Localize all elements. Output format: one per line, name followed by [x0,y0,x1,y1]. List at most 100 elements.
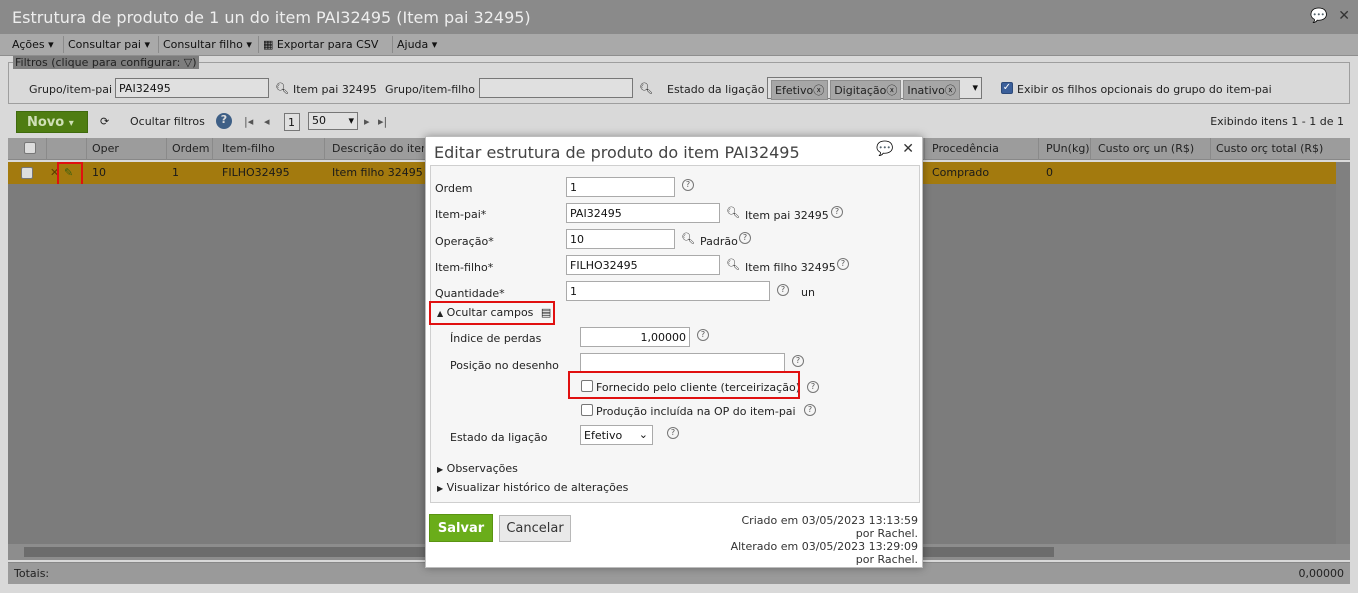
modified-info: Alterado em 03/05/2023 13:29:09 por Rach… [731,540,918,566]
close-icon[interactable]: ✕ [902,141,914,157]
novo-button[interactable]: Novo ▾ [16,111,88,133]
modified-at: Alterado em 03/05/2023 13:29:09 [730,540,918,553]
exibir-filhos-checkbox[interactable]: ✓ [1001,82,1013,94]
chevron-down-icon: ▾ [348,114,354,127]
estado-tag[interactable]: Digitaçãoⓧ [830,80,902,100]
col-header-ordem[interactable]: Ordem [172,142,209,155]
help-icon[interactable]: ? [739,232,751,244]
item-filho-input[interactable]: FILHO32495 [566,255,720,275]
quantidade-input[interactable]: 1 [566,281,770,301]
ordem-input[interactable]: 1 [566,177,675,197]
menu-acoes[interactable]: Ações ▾ [12,38,54,51]
producao-incluida-checkbox[interactable] [581,404,593,416]
search-icon[interactable]: 🔍︎ [639,82,653,95]
estado-ligacao-select[interactable]: Efetivo ⌄ [580,425,653,445]
remove-tag-icon[interactable]: ⓧ [886,84,897,97]
operacao-desc: Padrão [700,235,738,248]
filter-grupo-item-pai-input[interactable]: PAI32495 [115,78,269,98]
help-icon[interactable]: ? [837,258,849,270]
row-checkbox[interactable] [21,167,33,179]
refresh-icon[interactable]: ⟳ [100,115,109,128]
col-header-descricao[interactable]: Descrição do item [332,142,424,155]
prev-page-icon[interactable]: ◂ [264,115,270,128]
help-icon[interactable]: ? [777,284,789,296]
item-filho-label: Item-filho* [435,261,494,274]
close-icon[interactable]: ✕ [1338,8,1350,24]
indice-perdas-input[interactable]: 1,00000 [580,327,690,347]
help-icon[interactable]: ? [667,427,679,439]
item-pai-input[interactable]: PAI32495 [566,203,720,223]
cell-pun: 0 [1046,166,1053,179]
search-icon[interactable]: 🔍︎ [726,206,740,219]
help-icon[interactable]: ? [807,381,819,393]
col-divider [212,138,213,160]
help-icon[interactable]: ? [792,355,804,367]
col-header-item-filho[interactable]: Item-filho [222,142,275,155]
filter-item-pai-desc: Item pai 32495 [293,83,377,96]
save-button[interactable]: Salvar [429,514,493,542]
col-header-procedencia[interactable]: Procedência [932,142,999,155]
vertical-scrollbar[interactable] [1336,162,1350,544]
first-page-icon[interactable]: |◂ [244,115,253,128]
cancel-button[interactable]: Cancelar [499,515,571,542]
select-all-checkbox[interactable] [24,142,36,154]
filter-estado-ligacao-label: Estado da ligação [667,83,765,96]
historico-toggle[interactable]: ▶ Visualizar histórico de alterações [437,481,628,494]
chevron-down-icon[interactable]: ▾ [972,81,978,94]
help-icon[interactable]: ? [682,179,694,191]
comment-icon[interactable]: 💬 [1310,8,1327,24]
col-header-custo-un[interactable]: Custo orç un (R$) [1098,142,1194,155]
page-input[interactable]: 1 [284,113,300,131]
next-page-icon[interactable]: ▸ [364,115,370,128]
menu-ajuda[interactable]: Ajuda ▾ [397,38,437,51]
item-pai-desc: Item pai 32495 [745,209,829,222]
help-icon[interactable]: ? [804,404,816,416]
dialog-icons: 💬 ✕ [876,141,914,157]
item-pai-label: Item-pai* [435,208,487,221]
col-header-pun[interactable]: PUn(kg) [1046,142,1090,155]
cell-descricao: Item filho 32495 [332,166,423,179]
posicao-desenho-input[interactable] [580,353,785,373]
estado-ligacao-label: Estado da ligação [450,431,548,444]
comment-icon[interactable]: 💬 [876,141,893,157]
search-icon[interactable]: 🔍︎ [275,82,289,95]
col-header-oper[interactable]: Oper [92,142,119,155]
operacao-input[interactable]: 10 [566,229,675,249]
col-header-custo-total[interactable]: Custo orç total (R$) [1216,142,1323,155]
ordem-label: Ordem [435,182,473,195]
triangle-right-icon: ▶ [437,465,444,474]
cell-oper: 10 [92,166,106,179]
menu-divider [63,36,64,53]
menu-consultar-filho[interactable]: Consultar filho ▾ [163,38,252,51]
window-title: Estrutura de produto de 1 un do item PAI… [12,8,531,27]
help-icon[interactable]: ? [831,206,843,218]
menu-consultar-pai[interactable]: Consultar pai ▾ [68,38,150,51]
funnel-icon: ▽ [183,56,193,69]
filter-estado-ligacao-multiselect[interactable]: Efetivoⓧ Digitaçãoⓧ Inativoⓧ ▾ [767,77,982,100]
titlebar-icons: 💬 ✕ [1310,8,1350,24]
menu-exportar-csv[interactable]: ▦ Exportar para CSV [263,38,378,51]
ocultar-filtros-button[interactable]: Ocultar filtros [130,115,205,128]
search-icon[interactable]: 🔍︎ [726,258,740,271]
last-page-icon[interactable]: ▸| [378,115,387,128]
triangle-right-icon: ▶ [437,484,444,493]
page-size-select[interactable]: 50 ▾ [308,112,358,130]
indice-perdas-label: Índice de perdas [450,332,542,345]
help-icon[interactable]: ? [216,113,232,129]
producao-incluida-label: Produção incluída na OP do item-pai [596,405,796,418]
help-icon[interactable]: ? [697,329,709,341]
item-filho-desc: Item filho 32495 [745,261,836,274]
remove-tag-icon[interactable]: ⓧ [813,84,824,97]
remove-tag-icon[interactable]: ⓧ [945,84,956,97]
search-icon[interactable]: 🔍︎ [681,232,695,245]
filter-grupo-item-filho-input[interactable] [479,78,633,98]
observacoes-toggle[interactable]: ▶ Observações [437,462,518,475]
cell-procedencia: Comprado [932,166,990,179]
created-by: por Rachel. [855,527,918,540]
estado-tag[interactable]: Inativoⓧ [903,80,960,100]
created-at: Criado em 03/05/2023 13:13:59 [741,514,919,527]
chevron-down-icon: ⌄ [638,428,648,441]
filters-legend[interactable]: Filtros (clique para configurar: ▽) [13,56,199,69]
col-divider [1090,138,1091,160]
estado-tag[interactable]: Efetivoⓧ [771,80,829,100]
